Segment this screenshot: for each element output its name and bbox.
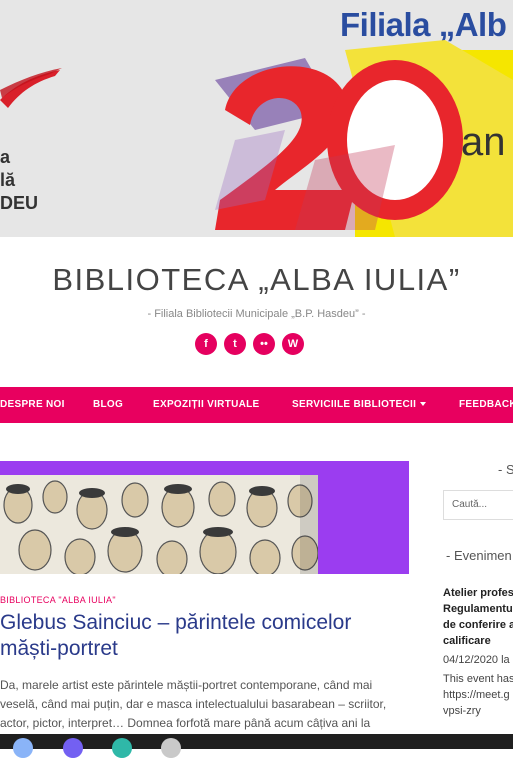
main-navigation: DESPRE NOI BLOG EXPOZIȚII VIRTUALE SERVI… (0, 387, 513, 423)
post-category-link[interactable]: BIBLIOTECA "ALBA IULIA" (0, 595, 116, 605)
twitter-icon[interactable]: t (224, 333, 246, 355)
post-excerpt: Da, marele artist este părintele măștii-… (0, 678, 387, 730)
banner-line: lă (0, 170, 16, 190)
chevron-down-icon (420, 402, 427, 407)
wordpress-icon[interactable]: W (282, 333, 304, 355)
brush-stroke-decoration (0, 68, 62, 108)
search-input[interactable]: Caută... (443, 490, 513, 520)
social-links: f t •• W (195, 333, 304, 355)
site-description: - Filiala Bibliotecii Municipale „B.P. H… (147, 308, 366, 320)
nav-item-feedback[interactable]: FEEDBACK (459, 387, 513, 423)
site-title[interactable]: BIBLIOTECA „ALBA IULIA” (0, 262, 513, 298)
post-title[interactable]: Glebus Sainciuc – părintele comicelor mă… (0, 610, 409, 662)
browser-app-icon[interactable] (13, 738, 33, 758)
sidebar-events-title: - Evenimen (446, 548, 512, 563)
banner-line: a (0, 147, 11, 167)
header-banner: a lă DEU Filiala „Alb an (0, 0, 513, 237)
viber-app-icon[interactable] (63, 738, 83, 758)
caricature-illustration (0, 475, 318, 574)
event-description: This event has https://meet.g vpsi-zry (443, 673, 513, 717)
nav-item-blog[interactable]: BLOG (93, 387, 123, 423)
banner-filiala-text: Filiala „Alb (340, 6, 507, 43)
post-featured-image[interactable] (0, 461, 409, 574)
banner-left-text: a lă DEU (0, 146, 38, 215)
nav-item-label: SERVICIILE BIBLIOTECII (292, 399, 417, 410)
caricature-faces (0, 475, 318, 574)
facebook-icon[interactable]: f (195, 333, 217, 355)
event-date: 04/12/2020 la (443, 654, 510, 666)
nav-item-serviciile-bibliotecii[interactable]: SERVICIILE BIBLIOTECII (292, 387, 427, 423)
banner-line: DEU (0, 193, 39, 213)
flickr-icon[interactable]: •• (253, 333, 275, 355)
banner-ani-text: an (461, 120, 506, 164)
os-taskbar (0, 734, 513, 758)
event-title-link[interactable]: Atelier profes Regulamentu de conferire … (443, 585, 513, 649)
pinned-app-icon[interactable] (161, 738, 181, 758)
edge-app-icon[interactable] (112, 738, 132, 758)
nav-item-expozitii-virtuale[interactable]: EXPOZIȚII VIRTUALE (153, 387, 260, 423)
sidebar-search-title: - S (498, 462, 513, 477)
nav-item-despre-noi[interactable]: DESPRE NOI (0, 387, 65, 423)
